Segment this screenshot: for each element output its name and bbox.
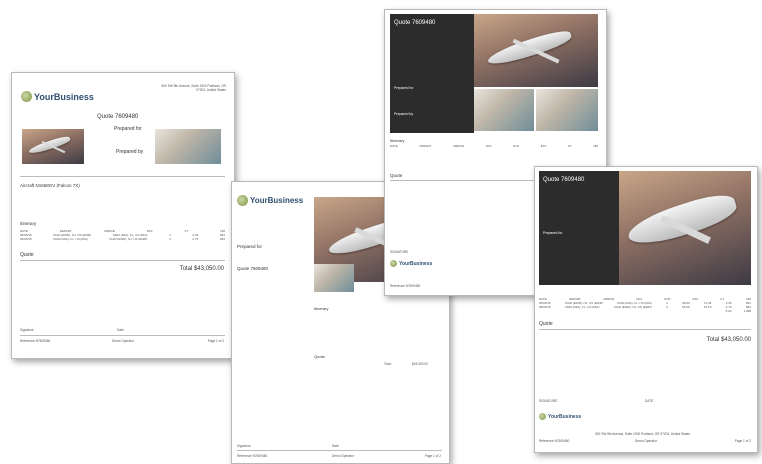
- table-row: 05/05/15 KMIA (MIA), FL, US (MIA) KIAD (…: [20, 237, 225, 241]
- header-panel: Quote 7609480 Prepared for: [539, 171, 619, 285]
- cell: 4: [169, 237, 171, 241]
- col-ft: FT: [184, 229, 189, 233]
- total-nm: 1,098: [743, 309, 751, 313]
- signature-label: Signature: [237, 444, 251, 448]
- brand-name: YourBusiness: [399, 260, 433, 267]
- cell: KMIA (MIA), FL, US (MIA): [565, 305, 600, 309]
- reference: Reference N7609480: [20, 339, 51, 343]
- cabin-photo: [155, 129, 221, 164]
- cabin-photo-1: [474, 89, 534, 131]
- prepared-by-label: Prepared by: [116, 149, 144, 155]
- cell: KMIA (MIA), FL, US (MIA): [53, 237, 88, 241]
- prepared-for-label: Prepared for: [543, 231, 563, 235]
- quote-page-4: Quote 7609480 Prepared for DATE DEPART A…: [534, 166, 758, 453]
- prepared-for-label: Prepared for: [237, 244, 263, 249]
- quote-title: Quote 7609480: [543, 177, 585, 183]
- total-ft: 5.20: [725, 309, 732, 313]
- logo-icon: [21, 91, 32, 102]
- prepared-for-label: Prepared for: [114, 126, 142, 132]
- brand-logo: YourBusiness: [21, 91, 94, 102]
- cell: 4: [666, 305, 668, 309]
- cabin-photo-2: [536, 89, 598, 131]
- jet-photo: [474, 14, 598, 87]
- col-nm: NM: [593, 144, 598, 148]
- cell: KIAD (EWR), NJ, US (EWR): [109, 237, 148, 241]
- itinerary-table: DATE DEPART ARRIVE PAX ETD ETA FT NM 05/…: [539, 297, 751, 313]
- brand-logo: YourBusiness: [237, 195, 303, 206]
- reference: Reference N7609480: [539, 439, 570, 443]
- quote-title: Quote 7609480: [97, 114, 139, 120]
- itinerary-table: DATE DEPART ARRIVE PAX ETD ETA FT NM: [390, 144, 598, 148]
- quote-section-label: Quote: [314, 354, 325, 359]
- quote-title: Quote 7609480: [237, 266, 269, 271]
- logo-icon: [390, 260, 397, 267]
- col-pax: PAX: [146, 229, 153, 233]
- cell: 984: [219, 237, 225, 241]
- date-label: DATE: [645, 399, 654, 403]
- cabin-photo: [314, 264, 354, 292]
- col-depart: DEPART: [419, 144, 432, 148]
- itinerary-label: Itinerary: [314, 306, 329, 311]
- brand-name: YourBusiness: [548, 413, 582, 420]
- prepared-for-label: Prepared for: [394, 86, 414, 90]
- brand-name: YourBusiness: [34, 91, 94, 102]
- itinerary-table: DATE DEPART ARRIVE PAX FT NM 05/05/15 KI…: [20, 229, 225, 241]
- brand-logo: YourBusiness: [539, 413, 581, 420]
- total-value: $43,050.00: [412, 362, 428, 366]
- quote-section-label: Quote: [539, 321, 553, 327]
- quote-total: Total $43,050.00: [706, 337, 751, 343]
- aircraft-label: Aircraft N1568GV (Falcon 7X): [20, 183, 80, 188]
- prepared-by-label: Prepared by: [394, 112, 414, 116]
- logo-icon: [539, 413, 546, 420]
- jet-photo: [22, 129, 84, 164]
- jet-photo: [619, 171, 751, 285]
- cell: 05/05/15: [20, 237, 32, 241]
- col-pax: PAX: [485, 144, 492, 148]
- quote-section-label: Quote: [390, 173, 403, 178]
- quote-section-label: Quote: [20, 252, 34, 258]
- table-totals: 5.20 1,098: [539, 309, 751, 313]
- quote-title: Quote 7609480: [394, 20, 436, 26]
- company-address: 500 SW 8th Avenue, Suite 1900 Portland, …: [595, 432, 691, 436]
- table-header: DATE DEPART ARRIVE PAX ETD ETA FT NM: [390, 144, 598, 148]
- total-label: Total:: [384, 362, 392, 366]
- itinerary-label: Itinerary: [390, 138, 405, 143]
- cell: KIAD (EWR), NJ, US (EWR): [613, 305, 652, 309]
- company-address: 500 SW 8th Avenue, Suite 1900 Portland, …: [161, 84, 226, 92]
- col-eta: ETA: [692, 297, 699, 301]
- signature-label: SIGNATURE: [390, 250, 409, 254]
- date-label: Date: [332, 444, 339, 448]
- col-ft: FT: [568, 144, 572, 148]
- col-etd: ETD: [513, 144, 520, 148]
- reference: Reference N7609480: [390, 284, 421, 288]
- brand-logo: YourBusiness: [390, 260, 432, 267]
- cell: 10:15: [703, 305, 712, 309]
- cell: 06:00: [682, 305, 690, 309]
- company-name: Demo Operator: [635, 439, 657, 443]
- col-eta: ETA: [540, 144, 547, 148]
- page-number: Page 1 of 2: [734, 439, 751, 443]
- reference: Reference N7609480: [237, 454, 268, 458]
- col-arrive: ARRIVE: [603, 297, 615, 301]
- signature-label: SIGNATURE: [539, 399, 558, 403]
- quote-page-1: 500 SW 8th Avenue, Suite 1900 Portland, …: [11, 72, 235, 359]
- itinerary-label: Itinerary: [20, 221, 37, 226]
- brand-name: YourBusiness: [250, 196, 304, 205]
- quote-total: Total $43,050.00: [179, 266, 224, 272]
- company-name: Demo Operator: [332, 454, 354, 458]
- page-number: Page 1 of 2: [207, 339, 224, 343]
- cell: 05/05/15: [539, 305, 551, 309]
- cell: 2.75: [192, 237, 199, 241]
- signature-label: Signature: [20, 328, 34, 332]
- company-name: Demo Operator: [112, 339, 134, 343]
- col-arrive: ARRIVE: [452, 144, 465, 148]
- logo-icon: [237, 195, 248, 206]
- col-ft: FT: [720, 297, 725, 301]
- page-number: Page 1 of 2: [424, 454, 441, 458]
- col-date: DATE: [390, 144, 398, 148]
- date-label: Date: [117, 328, 124, 332]
- header-panel: Quote 7609480 Prepared for Prepared by: [390, 14, 474, 133]
